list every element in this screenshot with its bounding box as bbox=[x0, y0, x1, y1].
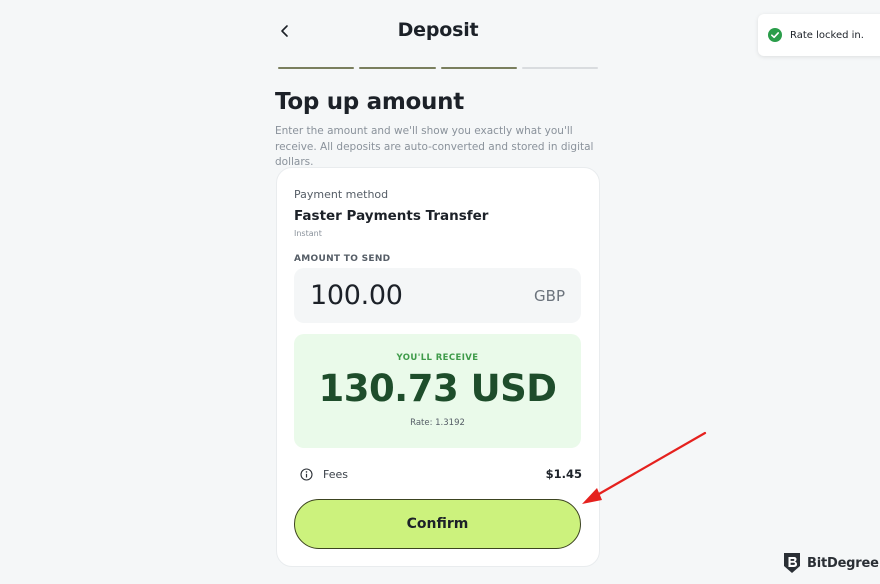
fees-value: $1.45 bbox=[545, 467, 582, 481]
step-progress bbox=[278, 67, 598, 70]
amount-input[interactable]: 100.00 GBP bbox=[294, 268, 581, 323]
receive-amount: 130.73 USD bbox=[318, 367, 557, 410]
payment-method-speed: Instant bbox=[294, 229, 322, 238]
toast-message: Rate locked in. bbox=[790, 29, 864, 41]
confirm-button[interactable]: Confirm bbox=[294, 499, 581, 549]
watermark: BitDegree bbox=[782, 551, 879, 575]
payment-method-name[interactable]: Faster Payments Transfer bbox=[294, 208, 488, 224]
progress-step bbox=[521, 67, 598, 69]
fees-row: Fees $1.45 bbox=[300, 465, 582, 483]
chevron-left-icon bbox=[281, 25, 288, 37]
info-icon[interactable] bbox=[300, 467, 313, 481]
fees-label: Fees bbox=[323, 467, 348, 481]
check-circle-icon bbox=[768, 28, 782, 42]
progress-step bbox=[359, 67, 436, 69]
progress-step bbox=[278, 67, 355, 69]
toast-notification: Rate locked in. bbox=[758, 14, 880, 56]
payment-method-label: Payment method bbox=[294, 188, 389, 201]
form-description: Enter the amount and we'll show you exac… bbox=[275, 125, 594, 168]
receive-label: YOU'LL RECEIVE bbox=[396, 353, 479, 363]
exchange-rate: Rate: 1.3192 bbox=[410, 418, 465, 428]
page-title: Deposit bbox=[397, 19, 479, 41]
form-heading: Top up amount bbox=[275, 89, 464, 115]
amount-currency: GBP bbox=[534, 286, 565, 305]
amount-label: AMOUNT TO SEND bbox=[294, 254, 391, 264]
progress-step bbox=[440, 67, 517, 69]
bitdegree-shield-logo bbox=[784, 553, 800, 573]
watermark-text: BitDegree bbox=[807, 555, 879, 571]
back-button[interactable] bbox=[272, 18, 298, 44]
annotation-arrow bbox=[582, 431, 707, 504]
amount-value[interactable]: 100.00 bbox=[310, 280, 403, 311]
